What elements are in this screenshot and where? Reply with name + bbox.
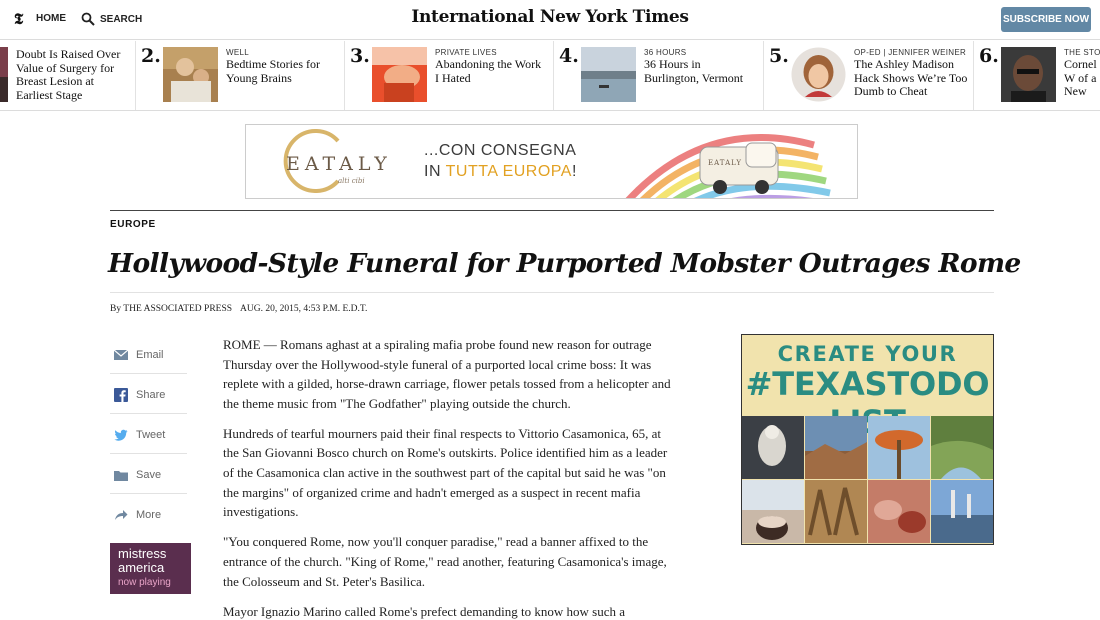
ribbon-thumbnail	[791, 47, 846, 102]
promo-title-line1: mistress	[118, 546, 167, 561]
side-ad-photo-grid	[742, 416, 993, 544]
ad-highlight-text: TUTTA EUROPA	[445, 163, 572, 180]
article-paragraph: ROME — Romans aghast at a spiraling mafi…	[223, 337, 671, 411]
ribbon-rank: 2.	[141, 45, 161, 67]
side-ad-photo	[868, 480, 930, 543]
section-label[interactable]: EUROPE	[110, 219, 156, 230]
ribbon-headline: Cornel W of a New	[1064, 57, 1097, 98]
ribbon-rank: 3.	[350, 45, 370, 67]
side-ad-photo	[805, 416, 867, 479]
eataly-ad-banner[interactable]: EATALY alti cibi ...CON CONSEGNA IN TUTT…	[245, 124, 858, 199]
side-ad-photo	[742, 416, 804, 479]
share-email-button[interactable]: Email	[110, 334, 187, 374]
ribbon-headline: Bedtime Stories for Young Brains	[226, 57, 320, 85]
ad-headline-line2: IN TUTTA EUROPA!	[424, 163, 577, 181]
share-twitter-button[interactable]: Tweet	[110, 414, 187, 454]
ribbon-rank: 4.	[559, 45, 579, 67]
ribbon-rank: 6.	[979, 45, 999, 67]
save-button[interactable]: Save	[110, 454, 187, 494]
side-ad-line1: CREATE YOUR	[777, 342, 958, 366]
ribbon-headline: Doubt Is Raised Over Value of Surgery fo…	[16, 47, 121, 102]
ribbon-item-6[interactable]: 6. THE STON Cornel W of a New	[974, 41, 1100, 110]
byline-author: By THE ASSOCIATED PRESS	[110, 304, 233, 314]
subscribe-button[interactable]: SUBSCRIBE NOW	[1001, 7, 1091, 32]
ribbon-item-5[interactable]: 5. OP-ED | JENNIFER WEINER The Ashley Ma…	[764, 41, 973, 110]
ribbon-item-3[interactable]: 3. PRIVATE LIVES Abandoning the Work I H…	[345, 41, 553, 110]
ribbon-thumbnail	[372, 47, 427, 102]
byline: By THE ASSOCIATED PRESS AUG. 20, 2015, 4:…	[110, 304, 367, 314]
ribbon-kicker: PRIVATE LIVES	[435, 48, 497, 57]
section-rule	[110, 210, 994, 211]
share-tools: Email Share Tweet Save More	[110, 334, 187, 534]
ad-text: IN	[424, 163, 446, 180]
share-label: Tweet	[136, 429, 166, 441]
ribbon-headline: The Ashley Madison Hack Shows We’re Too …	[854, 57, 968, 98]
article-paragraph: Mayor Ignazio Marino called Rome's prefe…	[223, 603, 625, 619]
promo-tile[interactable]: mistress america now playing	[110, 543, 191, 594]
ribbon-item-4[interactable]: 4. 36 HOURS 36 Hours in Burlington, Verm…	[554, 41, 763, 110]
share-label: Email	[136, 349, 164, 361]
article-paragraph: "You conquered Rome, now you'll conquer …	[223, 534, 667, 589]
ribbon-thumbnail	[581, 47, 636, 102]
article-body: ROME — Romans aghast at a spiraling mafi…	[223, 335, 673, 620]
promo-title-line2: america	[118, 560, 165, 575]
share-label: Share	[136, 389, 166, 401]
svg-text:EATALY: EATALY	[708, 159, 742, 167]
ribbon-headline: 36 Hours in Burlington, Vermont	[644, 57, 744, 85]
side-ad-photo	[868, 416, 930, 479]
more-icon	[115, 510, 128, 520]
side-ad-photo	[805, 480, 867, 543]
ribbon-thumbnail	[0, 47, 8, 102]
rainbow-van-illustration: EATALY	[625, 134, 831, 198]
ribbon-headline: Abandoning the Work I Hated	[435, 57, 542, 85]
top-bar: 𝕿 HOME SEARCH International New York Tim…	[0, 0, 1100, 40]
ad-logo-subtitle: alti cibi	[338, 177, 365, 185]
ad-logo: EATALY	[286, 153, 392, 175]
share-label: More	[136, 509, 162, 521]
ribbon-item-2[interactable]: 2. WELL Bedtime Stories for Young Brains	[136, 41, 344, 110]
article-paragraph: Hundreds of tearful mourners paid their …	[223, 425, 668, 520]
side-ad-photo	[742, 480, 804, 543]
ribbon-thumbnail	[163, 47, 218, 102]
twitter-icon	[114, 429, 128, 441]
facebook-icon	[114, 388, 128, 402]
side-ad-photo	[931, 480, 993, 543]
side-ad-photo	[931, 416, 993, 479]
texas-side-ad[interactable]: CREATE YOUR #TEXASTODO LIST	[741, 334, 994, 545]
header-divider	[110, 292, 994, 293]
email-icon	[114, 349, 128, 360]
article-headline: Hollywood-Style Funeral for Purported Mo…	[108, 248, 1021, 279]
promo-subtitle: now playing	[118, 577, 171, 588]
share-facebook-button[interactable]: Share	[110, 374, 187, 414]
byline-date: AUG. 20, 2015, 4:53 P.M. E.D.T.	[240, 304, 368, 314]
ribbon-kicker: OP-ED | JENNIFER WEINER	[854, 48, 967, 57]
ad-text: !	[571, 163, 577, 180]
save-icon	[114, 471, 128, 481]
ribbon-item-1[interactable]: Doubt Is Raised Over Value of Surgery fo…	[0, 41, 135, 110]
most-popular-ribbon: Doubt Is Raised Over Value of Surgery fo…	[0, 41, 1100, 111]
ribbon-kicker: WELL	[226, 48, 249, 57]
share-label: Save	[136, 469, 162, 481]
ribbon-rank: 5.	[769, 45, 789, 67]
more-share-button[interactable]: More	[110, 494, 187, 534]
ribbon-kicker: THE STON	[1064, 48, 1100, 57]
ribbon-thumbnail	[1001, 47, 1056, 102]
ad-headline-line1: ...CON CONSEGNA	[424, 142, 577, 159]
masthead[interactable]: International New York Times	[0, 7, 1100, 27]
ribbon-kicker: 36 HOURS	[644, 48, 687, 57]
